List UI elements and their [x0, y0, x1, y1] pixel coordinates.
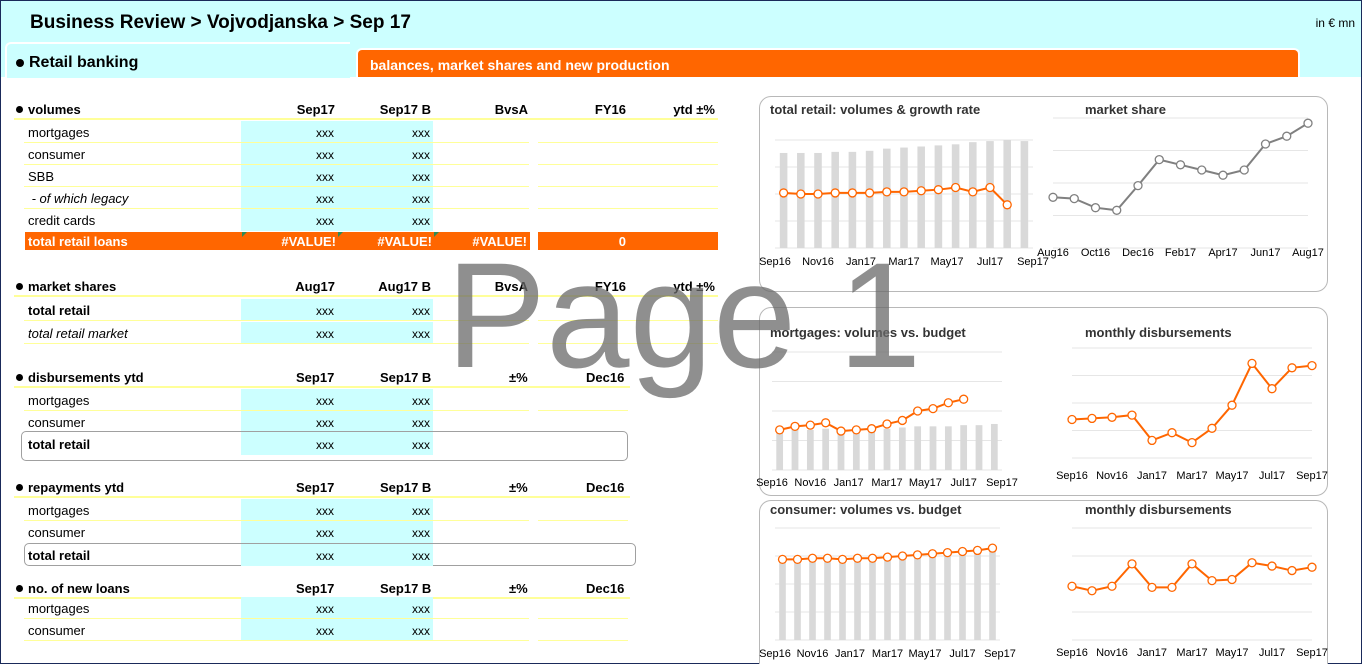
x-tick-label: Jan17	[1137, 647, 1167, 659]
data-point	[1187, 559, 1197, 569]
data-point	[1127, 559, 1137, 569]
x-tick-label: Nov16	[1096, 647, 1128, 659]
x-tick-label: Jul17	[1259, 647, 1285, 659]
data-point	[1067, 581, 1077, 591]
data-point	[1287, 565, 1297, 576]
x-tick-label: May17	[1215, 647, 1248, 659]
data-point	[1227, 574, 1237, 585]
monthly-disbursements-chart: Sep16 Nov16 Jan17 Mar17 May17 Jul17 Sep17	[1056, 527, 1328, 659]
x-tick-label: Mar17	[1176, 647, 1207, 659]
data-point	[1307, 562, 1317, 572]
data-point	[1107, 581, 1117, 591]
data-point	[1167, 582, 1177, 593]
data-point	[1267, 561, 1277, 571]
x-tick-label: Sep16	[1056, 647, 1088, 659]
data-point	[1247, 558, 1257, 568]
data-point	[1087, 586, 1097, 596]
data-point	[1147, 582, 1157, 593]
x-tick-label: Sep17	[1296, 647, 1328, 659]
data-point	[1207, 575, 1217, 586]
